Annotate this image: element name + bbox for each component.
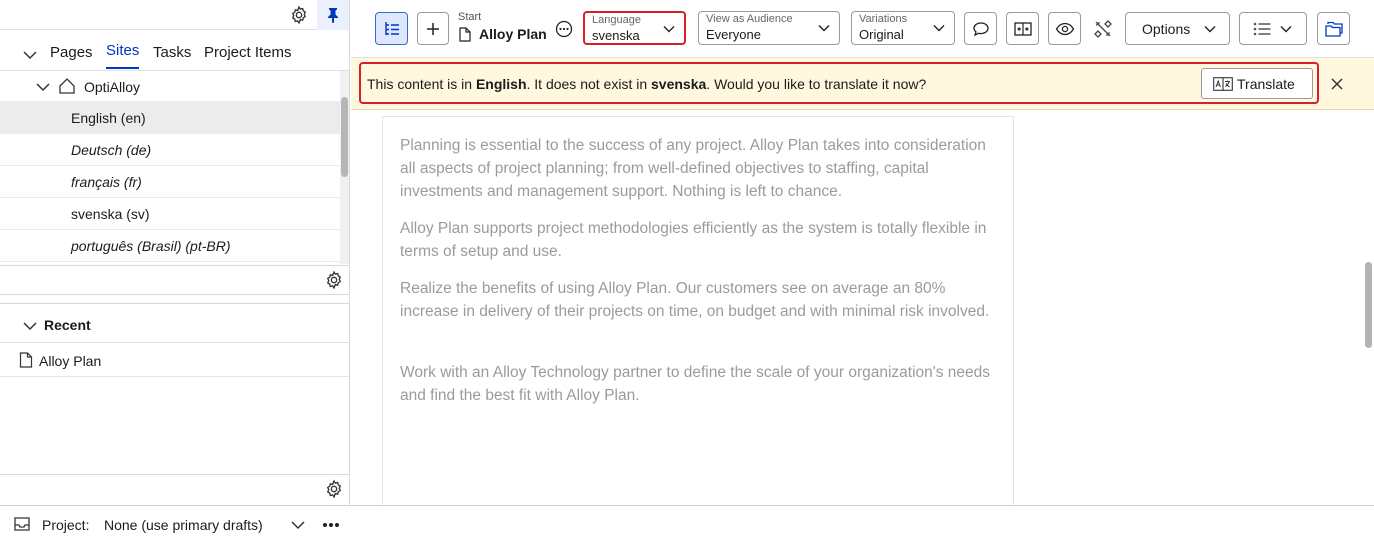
- chevron-down-icon: [817, 21, 831, 35]
- recent-title: Recent: [44, 317, 91, 333]
- translation-notice-bar: This content is in English. It does not …: [351, 58, 1374, 110]
- eye-icon: [1055, 21, 1075, 37]
- recent-item-label: Alloy Plan: [39, 353, 102, 369]
- variations-dropdown[interactable]: Variations Original: [851, 11, 955, 45]
- collapse-chevron-icon[interactable]: [22, 47, 38, 63]
- tree-settings-gear-icon[interactable]: [324, 270, 344, 290]
- translate-label: Translate: [1237, 76, 1295, 92]
- tree-structure-icon: [383, 20, 401, 38]
- content-paragraph: Work with an Alloy Technology partner to…: [400, 364, 991, 404]
- page-more-options-icon[interactable]: [555, 20, 573, 38]
- recent-footer: [0, 474, 349, 504]
- tab-sites[interactable]: Sites: [106, 42, 140, 69]
- scrollbar-thumb[interactable]: [1365, 262, 1372, 348]
- tree-item-label: English (en): [71, 110, 146, 126]
- page-document-icon: [19, 352, 33, 368]
- tree-item-english[interactable]: English (en): [0, 102, 340, 134]
- scrollbar-thumb[interactable]: [341, 97, 348, 177]
- settings-gear-icon[interactable]: [289, 5, 309, 25]
- options-label: Options: [1142, 21, 1191, 37]
- page-document-icon: [459, 27, 471, 42]
- variations-label: Variations: [859, 13, 908, 25]
- tree-item-svenska[interactable]: svenska (sv): [0, 198, 340, 230]
- project-label: Project:: [42, 517, 90, 533]
- tree-item-label: Deutsch (de): [71, 142, 152, 158]
- page-title: Alloy Plan: [479, 26, 547, 42]
- target-language: svenska: [651, 76, 707, 92]
- site-tree: OptiAlloy English (en) Deutsch (de) fran…: [0, 71, 340, 262]
- add-content-button[interactable]: [417, 12, 449, 45]
- speech-bubble-icon: [972, 20, 990, 38]
- notice-message: This content is in English. It does not …: [367, 76, 927, 92]
- project-tray-icon: [13, 516, 31, 532]
- project-chevron-down-icon[interactable]: [290, 517, 306, 533]
- variations-value: Original: [859, 27, 904, 42]
- tree-item-portugues[interactable]: português (Brasil) (pt-BR): [0, 230, 340, 262]
- chevron-down-icon: [662, 22, 676, 36]
- comments-button[interactable]: [964, 12, 997, 45]
- tree-scrollbar[interactable]: [340, 71, 349, 264]
- translate-button[interactable]: Translate: [1201, 68, 1313, 99]
- translation-notice: This content is in English. It does not …: [359, 62, 1319, 104]
- source-language: English: [475, 76, 527, 92]
- tree-item-label: português (Brasil) (pt-BR): [71, 238, 231, 254]
- more-options-icon[interactable]: [322, 517, 340, 533]
- chevron-down-icon: [1203, 22, 1217, 36]
- expand-chevron-icon[interactable]: [35, 79, 51, 95]
- compare-icon: [1013, 21, 1033, 37]
- tree-item-label: français (fr): [71, 174, 142, 190]
- toggle-navigation-button[interactable]: [375, 12, 408, 45]
- recent-section-header[interactable]: Recent: [0, 303, 349, 343]
- content-paragraph: Alloy Plan supports project methodologie…: [400, 220, 987, 260]
- plus-icon: [425, 21, 441, 37]
- audience-dropdown[interactable]: View as Audience Everyone: [698, 11, 840, 45]
- pin-icon: [326, 7, 340, 23]
- audience-label: View as Audience: [706, 13, 793, 25]
- language-value: svenska: [592, 28, 640, 43]
- content-scrollbar[interactable]: [1363, 110, 1374, 505]
- tree-item-francais[interactable]: français (fr): [0, 166, 340, 198]
- options-button[interactable]: Options: [1125, 12, 1230, 45]
- tree-root-label: OptiAlloy: [84, 79, 141, 95]
- content-canvas: Planning is essential to the success of …: [351, 110, 1363, 505]
- recent-settings-gear-icon[interactable]: [324, 479, 344, 499]
- home-icon: [58, 77, 76, 95]
- assets-panel-button[interactable]: [1317, 12, 1350, 45]
- view-list-button[interactable]: [1239, 12, 1307, 45]
- tree-item-deutsch[interactable]: Deutsch (de): [0, 134, 340, 166]
- list-icon: [1253, 22, 1271, 36]
- content-paragraph: Planning is essential to the success of …: [400, 137, 986, 200]
- preview-button[interactable]: [1048, 12, 1081, 45]
- tab-tasks[interactable]: Tasks: [153, 44, 191, 71]
- collapse-chevron-icon[interactable]: [22, 318, 38, 334]
- content-paragraph: Realize the benefits of using Alloy Plan…: [400, 280, 990, 320]
- project-selector[interactable]: None (use primary drafts): [104, 517, 263, 533]
- chevron-down-icon: [932, 21, 946, 35]
- language-dropdown[interactable]: Language svenska: [583, 11, 686, 45]
- tools-disabled-icon[interactable]: [1093, 19, 1113, 39]
- folders-icon: [1324, 20, 1344, 38]
- tree-item-label: svenska (sv): [71, 206, 150, 222]
- editor-toolbar: Start Alloy Plan Language svenska View a…: [351, 0, 1374, 58]
- close-icon[interactable]: [1329, 76, 1345, 92]
- breadcrumb-parent[interactable]: Start: [458, 11, 481, 23]
- tree-root-node[interactable]: OptiAlloy: [0, 71, 340, 102]
- compare-button[interactable]: [1006, 12, 1039, 45]
- audience-value: Everyone: [706, 27, 761, 42]
- language-label: Language: [592, 14, 641, 26]
- navigation-pane: Pages Sites Tasks Project Items OptiAllo…: [0, 0, 350, 505]
- tab-pages[interactable]: Pages: [50, 44, 93, 71]
- tree-footer: [0, 265, 349, 295]
- chevron-down-icon: [1279, 22, 1293, 36]
- pane-tabs: Pages Sites Tasks Project Items: [0, 36, 349, 71]
- tab-project-items[interactable]: Project Items: [204, 44, 292, 71]
- page-content-area[interactable]: Planning is essential to the success of …: [382, 116, 1014, 505]
- navigation-pane-header: [0, 0, 349, 30]
- translate-icon: [1213, 77, 1233, 91]
- recent-item[interactable]: Alloy Plan: [0, 344, 349, 377]
- pin-pane-button[interactable]: [317, 0, 349, 30]
- project-bar: Project: None (use primary drafts): [0, 505, 1374, 541]
